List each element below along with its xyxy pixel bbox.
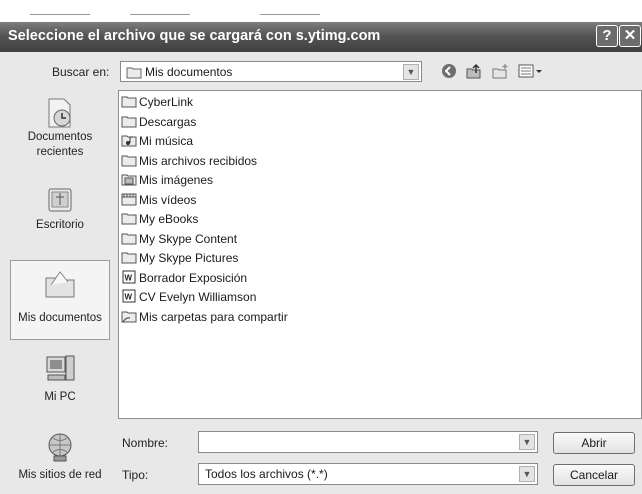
chevron-down-icon[interactable]: ▼ — [519, 434, 535, 450]
list-item[interactable]: Mis vídeos — [121, 191, 196, 209]
file-type-label: Tipo: — [122, 468, 149, 482]
list-item[interactable]: Mi música — [121, 132, 193, 150]
place-label: Mi PC — [44, 391, 76, 403]
new-folder-icon[interactable] — [490, 61, 510, 81]
file-list[interactable]: CyberLink Descargas Mi música Mis archiv… — [118, 90, 642, 419]
network-places-icon — [48, 433, 72, 462]
music-folder-icon — [121, 135, 137, 147]
recent-documents-icon — [48, 98, 71, 128]
chevron-down-icon[interactable]: ▼ — [403, 64, 419, 80]
file-name: My Skype Content — [139, 231, 238, 246]
list-item[interactable]: My Skype Content — [121, 230, 237, 248]
file-type-select[interactable]: Todos los archivos (*.*) ▼ — [198, 463, 538, 485]
title-bar: Seleccione el archivo que se cargará con… — [0, 22, 642, 52]
file-name: CV Evelyn Williamson — [139, 290, 257, 304]
file-name: Borrador Exposición — [139, 270, 248, 285]
videos-folder-icon — [121, 193, 137, 205]
place-label: Mis sitios de red — [18, 469, 102, 481]
look-in-label: Buscar en: — [52, 65, 110, 79]
file-name: Mis carpetas para compartir — [139, 309, 288, 324]
folder-icon — [121, 213, 137, 225]
file-name: Mis archivos recibidos — [139, 153, 258, 168]
back-icon[interactable] — [439, 61, 459, 81]
cancel-button[interactable]: Cancelar — [553, 464, 635, 486]
background-strip — [0, 0, 642, 22]
places-bar: Documentos recientes Escritorio Mis docu… — [10, 90, 110, 494]
file-name: Descargas — [139, 114, 197, 129]
up-folder-icon[interactable] — [464, 61, 484, 81]
word-document-icon: W — [122, 270, 136, 283]
folder-icon — [121, 155, 137, 166]
list-item[interactable]: Mis carpetas para compartir — [121, 308, 288, 326]
file-type-value: Todos los archivos (*.*) — [205, 467, 328, 481]
list-item[interactable]: Mis imágenes — [121, 171, 213, 189]
file-name: Mis imágenes — [139, 173, 214, 187]
place-my-documents[interactable]: Mis documentos — [10, 260, 110, 340]
look-in-value: Mis documentos — [145, 65, 233, 79]
list-item[interactable]: My Skype Pictures — [121, 249, 238, 267]
look-in-dropdown[interactable]: Mis documentos ▼ — [120, 61, 422, 82]
file-name-label: Nombre: — [122, 436, 169, 450]
file-name: CyberLink — [139, 95, 194, 109]
word-document-icon: W — [122, 289, 136, 303]
file-open-dialog: Seleccione el archivo que se cargará con… — [0, 0, 642, 494]
list-item[interactable]: W Borrador Exposición — [121, 269, 247, 287]
folder-icon — [121, 116, 137, 127]
open-button[interactable]: Abrir — [553, 432, 635, 454]
place-network-places[interactable]: Mis sitios de red — [10, 430, 110, 483]
file-name-input[interactable]: ▼ — [198, 431, 538, 453]
dialog-title: Seleccione el archivo que se cargará con… — [8, 28, 381, 44]
list-item[interactable]: W CV Evelyn Williamson — [121, 288, 256, 306]
my-documents-icon — [45, 271, 75, 298]
my-documents-folder-icon — [126, 67, 142, 79]
file-name: Mis vídeos — [139, 192, 197, 207]
folder-icon — [121, 233, 137, 244]
list-item[interactable]: CyberLink — [121, 93, 193, 111]
file-name: My Skype Pictures — [139, 251, 239, 265]
pictures-folder-icon — [121, 174, 137, 186]
desktop-icon — [48, 188, 72, 212]
svg-text:W: W — [125, 293, 133, 302]
file-name: My eBooks — [139, 212, 199, 226]
list-item[interactable]: My eBooks — [121, 210, 198, 228]
place-my-computer[interactable]: Mi PC — [10, 352, 110, 405]
close-button[interactable]: ✕ — [619, 25, 641, 47]
shared-folder-icon — [121, 311, 137, 322]
place-label: Escritorio — [36, 219, 84, 231]
place-desktop[interactable]: Escritorio — [10, 184, 110, 233]
my-computer-icon — [46, 355, 75, 381]
place-label: Documentos recientes — [27, 131, 93, 158]
view-menu-icon[interactable] — [517, 61, 543, 81]
place-recent-documents[interactable]: Documentos recientes — [10, 96, 110, 160]
chevron-down-icon[interactable]: ▼ — [519, 466, 535, 482]
file-name: Mi música — [139, 134, 194, 148]
list-item[interactable]: Descargas — [121, 113, 196, 131]
place-label: Mis documentos — [18, 312, 102, 324]
list-item[interactable]: Mis archivos recibidos — [121, 152, 257, 170]
svg-text:W: W — [125, 273, 133, 282]
folder-icon — [121, 96, 137, 108]
help-button[interactable]: ? — [596, 25, 618, 47]
folder-icon — [121, 252, 137, 264]
